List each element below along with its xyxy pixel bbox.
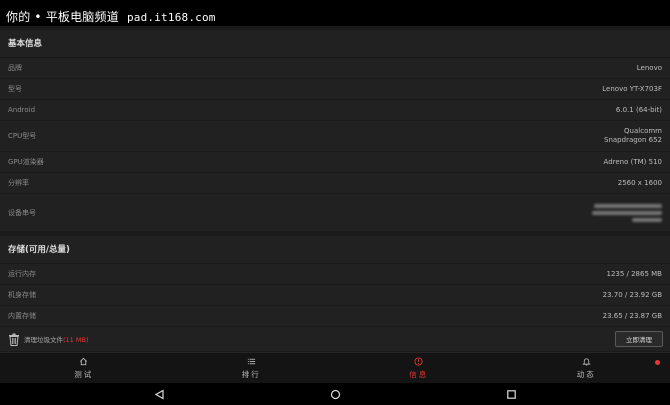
tab-label: 测试 xyxy=(74,369,94,379)
watermark-site: pad.it168.com xyxy=(126,11,216,24)
storage-row-ram: 运行内存 1235 / 2865 MB xyxy=(0,264,670,285)
status-bar: 你的 • 平板电脑频道 pad.it168.com xyxy=(0,0,670,26)
tab-info[interactable]: 信息 xyxy=(335,353,503,383)
row-value: 23.65 / 23.87 GB xyxy=(602,311,662,320)
row-value: Adreno (TM) 510 xyxy=(603,157,662,166)
row-label: GPU渲染器 xyxy=(8,158,44,166)
home-icon xyxy=(80,357,88,365)
back-triangle-icon xyxy=(154,388,164,400)
storage-title: 存储(可用/总量) xyxy=(0,236,670,264)
bell-icon xyxy=(582,357,591,365)
home-circle-icon xyxy=(330,389,340,399)
bottom-tab-bar: 测试 排行 信息 动态 xyxy=(0,352,670,383)
cpu-model: Snapdragon 652 xyxy=(604,136,662,144)
home-button[interactable] xyxy=(329,388,341,400)
info-row-resolution: 分辨率 2560 x 1600 xyxy=(0,173,670,194)
info-row-brand: 品牌 Lenovo xyxy=(0,58,670,79)
info-row-cpu: CPU型号 Qualcomm Snapdragon 652 xyxy=(0,121,670,152)
row-label: 内置存储 xyxy=(8,312,36,320)
info-row-gpu: GPU渲染器 Adreno (TM) 510 xyxy=(0,152,670,173)
trash-icon xyxy=(9,333,19,346)
row-value: 1235 / 2865 MB xyxy=(606,269,662,278)
tab-ranking[interactable]: 排行 xyxy=(168,353,336,383)
row-value: Lenovo xyxy=(636,63,662,72)
junk-clean-row: 清理垃圾文件(11 MB) 立即清理 xyxy=(0,327,670,351)
storage-card: 存储(可用/总量) 运行内存 1235 / 2865 MB 机身存储 23.70… xyxy=(0,236,670,351)
row-value: Lenovo YT-X703F xyxy=(602,84,662,93)
row-value: Qualcomm Snapdragon 652 xyxy=(604,127,662,145)
recents-square-icon xyxy=(506,389,516,399)
back-button[interactable] xyxy=(153,388,165,400)
tab-test[interactable]: 测试 xyxy=(0,353,168,383)
row-label: 分辨率 xyxy=(8,179,29,187)
basic-info-title: 基本信息 xyxy=(0,30,670,58)
notification-badge xyxy=(655,360,660,365)
row-label: 机身存储 xyxy=(8,291,36,299)
watermark-text: 你的 • 平板电脑频道 xyxy=(6,10,119,24)
row-label: CPU型号 xyxy=(8,132,37,140)
serial-value-redacted xyxy=(592,203,662,222)
clean-now-button[interactable]: 立即清理 xyxy=(615,331,663,347)
tab-activity[interactable]: 动态 xyxy=(503,353,670,383)
info-row-serial: 设备串号 xyxy=(0,194,670,232)
info-row-model: 型号 Lenovo YT-X703F xyxy=(0,79,670,100)
basic-info-card: 基本信息 品牌 Lenovo 型号 Lenovo YT-X703F Androi… xyxy=(0,30,670,232)
cpu-vendor: Qualcomm xyxy=(624,127,662,135)
row-label: 运行内存 xyxy=(8,270,36,278)
system-nav-bar xyxy=(0,383,670,405)
row-value: 23.70 / 23.92 GB xyxy=(602,290,662,299)
info-icon xyxy=(414,356,423,366)
row-label: 品牌 xyxy=(8,64,22,72)
row-label: 型号 xyxy=(8,85,22,93)
info-row-android: Android 6.0.1 (64-bit) xyxy=(0,100,670,121)
junk-size: (11 MB) xyxy=(63,336,89,344)
junk-clean-info: 清理垃圾文件(11 MB) xyxy=(8,333,88,346)
tab-label: 动态 xyxy=(576,369,596,379)
row-label: Android xyxy=(8,106,36,114)
tab-label: 排行 xyxy=(241,369,261,379)
storage-row-device: 机身存储 23.70 / 23.92 GB xyxy=(0,285,670,306)
list-icon xyxy=(247,358,255,364)
storage-row-internal: 内置存储 23.65 / 23.87 GB xyxy=(0,306,670,327)
main-content[interactable]: 基本信息 品牌 Lenovo 型号 Lenovo YT-X703F Androi… xyxy=(0,26,670,352)
junk-label: 清理垃圾文件(11 MB) xyxy=(24,336,89,344)
tab-label: 信息 xyxy=(409,369,429,379)
recents-button[interactable] xyxy=(505,388,517,400)
watermark: 你的 • 平板电脑频道 pad.it168.com xyxy=(6,8,216,25)
row-value: 2560 x 1600 xyxy=(617,178,662,187)
row-label: 设备串号 xyxy=(8,208,36,217)
row-value: 6.0.1 (64-bit) xyxy=(615,105,662,114)
